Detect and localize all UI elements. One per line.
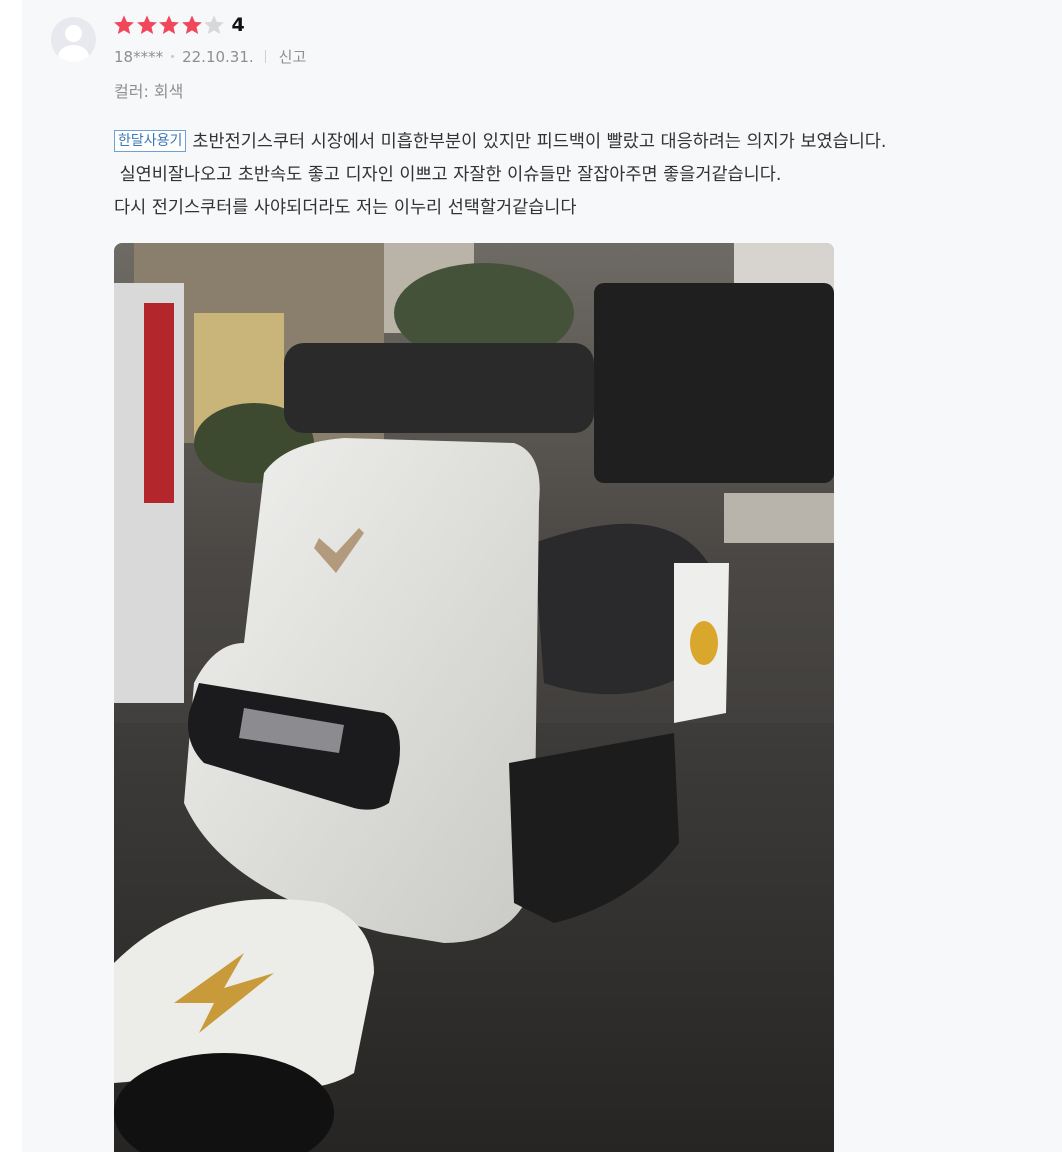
star-filled-icon [114,15,134,34]
rating-score: 4 [231,14,245,36]
review-line-2: 실연비잘나오고 초반속도 좋고 디자인 이쁘고 자잘한 이슈들만 잘잡아주면 좋… [114,165,782,185]
review-line-text: 초반전기스쿠터 시장에서 미흡한부분이 있지만 피드백이 빨랐고 대응하려는 의… [192,132,887,152]
star-filled-icon [136,15,157,34]
review-date: 22.10.31. [182,47,254,66]
reviewer-id: 18**** [114,47,164,66]
star-filled-icon [159,15,179,34]
review-photo[interactable] [114,243,834,1152]
scooter-photo-illustration [114,243,834,1152]
meta-divider [264,50,266,63]
review-meta: 18**** 22.10.31. 신고 [114,46,306,67]
star-rating: 4 [113,14,245,36]
purchased-option: 컬러: 회색 [114,82,184,101]
star-empty-icon [204,15,224,34]
report-link[interactable]: 신고 [279,46,307,67]
rating-stars [113,14,226,36]
review-line-3: 다시 전기스쿠터를 사야되더라도 저는 이누리 선택할거같습니다 [114,198,577,218]
review-text: 한달사용기 초반전기스쿠터 시장에서 미흡한부분이 있지만 피드백이 빨랐고 대응… [114,126,1054,225]
review-line-1: 한달사용기 초반전기스쿠터 시장에서 미흡한부분이 있지만 피드백이 빨랐고 대응… [114,126,1054,159]
review-tag-badge: 한달사용기 [114,130,187,152]
star-filled-icon [181,15,202,34]
meta-dot-separator [171,55,175,58]
user-avatar-icon [51,17,96,62]
